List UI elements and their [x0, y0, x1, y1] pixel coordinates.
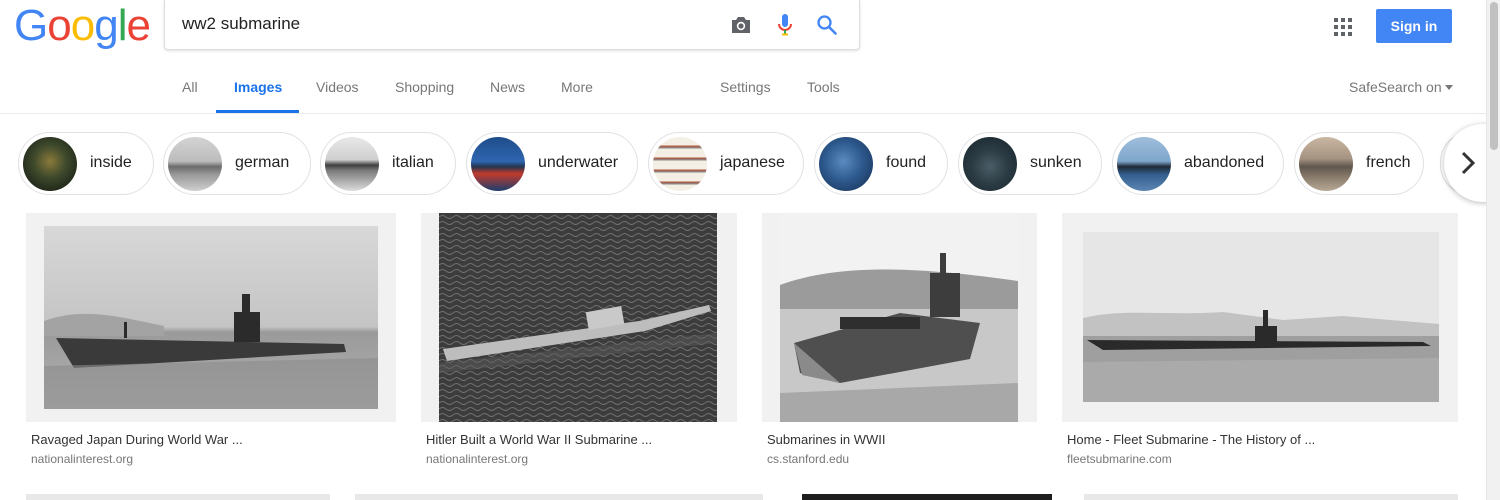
camera-icon[interactable] — [727, 11, 755, 39]
search-box — [164, 0, 860, 50]
chip-thumbnail — [1117, 137, 1171, 191]
submarine-image — [780, 213, 1018, 422]
result-site: nationalinterest.org — [426, 452, 529, 466]
logo-letter-g2: g — [94, 1, 119, 50]
google-logo[interactable]: Google — [14, 1, 151, 50]
chip-german[interactable]: german — [163, 132, 311, 195]
active-tab-indicator — [216, 110, 299, 113]
logo-letter-g: G — [14, 1, 48, 50]
tab-bar: All Images Videos Shopping News More Set… — [0, 62, 1486, 114]
tab-images[interactable]: Images — [234, 79, 282, 95]
apps-grid-icon[interactable] — [1332, 16, 1354, 38]
chip-label: underwater — [538, 154, 619, 171]
sign-in-button[interactable]: Sign in — [1376, 9, 1452, 43]
result-title[interactable]: Ravaged Japan During World War ... — [31, 432, 243, 447]
tab-videos[interactable]: Videos — [316, 79, 359, 95]
tab-tools[interactable]: Tools — [807, 79, 840, 95]
result-title[interactable]: Home - Fleet Submarine - The History of … — [1067, 432, 1315, 447]
submarine-image — [44, 226, 378, 409]
logo-letter-e: e — [126, 1, 151, 50]
result-site: nationalinterest.org — [31, 452, 134, 466]
chip-sunken[interactable]: sunken — [958, 132, 1102, 195]
chip-thumbnail — [819, 137, 873, 191]
microphone-icon[interactable] — [771, 11, 799, 39]
logo-letter-o1: o — [47, 1, 72, 50]
logo-letter-l: l — [117, 1, 128, 50]
chip-label: japanese — [720, 154, 785, 171]
tab-news[interactable]: News — [490, 79, 525, 95]
chip-thumbnail — [168, 137, 222, 191]
chip-label: german — [235, 154, 290, 171]
result-site: cs.stanford.edu — [767, 452, 850, 466]
next-row-image[interactable] — [355, 494, 763, 500]
chip-inside[interactable]: inside — [18, 132, 154, 195]
chip-thumbnail — [325, 137, 379, 191]
chip-abandoned[interactable]: abandoned — [1112, 132, 1284, 195]
submarine-image — [1083, 232, 1439, 402]
chip-label: french — [1366, 154, 1411, 171]
submarine-image — [439, 213, 717, 422]
google-images-page: Google Sign in All Images Videos Shoppin… — [0, 0, 1500, 500]
next-row-image[interactable] — [1084, 494, 1458, 500]
chip-thumbnail — [471, 137, 525, 191]
chip-thumbnail — [23, 137, 77, 191]
tab-shopping[interactable]: Shopping — [395, 79, 454, 95]
next-row-image[interactable] — [26, 494, 330, 500]
result-title[interactable]: Hitler Built a World War II Submarine ..… — [426, 432, 652, 447]
chip-label: abandoned — [1184, 154, 1265, 171]
chip-found[interactable]: found — [814, 132, 948, 195]
search-icon[interactable] — [813, 11, 841, 39]
chip-japanese[interactable]: japanese — [648, 132, 804, 195]
chip-label: inside — [90, 154, 132, 171]
result-site: fleetsubmarine.com — [1067, 452, 1172, 466]
chip-label: found — [886, 154, 927, 171]
caret-down-icon — [1444, 84, 1453, 90]
tab-more[interactable]: More — [561, 79, 593, 95]
tab-all[interactable]: All — [182, 79, 198, 95]
chip-thumbnail — [963, 137, 1017, 191]
chip-french[interactable]: french — [1294, 132, 1424, 195]
chip-thumbnail — [1299, 137, 1353, 191]
vertical-scrollbar[interactable] — [1486, 0, 1500, 500]
safesearch-label: SafeSearch on — [1349, 79, 1442, 95]
chip-underwater[interactable]: underwater — [466, 132, 638, 195]
chip-label: italian — [392, 154, 434, 171]
search-input[interactable] — [182, 12, 702, 36]
safesearch-toggle[interactable]: SafeSearch on — [1349, 79, 1453, 95]
next-row-image[interactable] — [802, 494, 1052, 500]
chip-italian[interactable]: italian — [320, 132, 456, 195]
chevron-right-icon — [1461, 151, 1476, 175]
logo-letter-o2: o — [70, 1, 96, 50]
related-search-chips: inside german italian underwater japanes… — [0, 132, 1486, 196]
chip-thumbnail — [653, 137, 707, 191]
result-title[interactable]: Submarines in WWII — [767, 432, 885, 447]
scrollbar-thumb[interactable] — [1490, 2, 1498, 150]
chip-label: sunken — [1030, 154, 1082, 171]
tab-settings[interactable]: Settings — [720, 79, 771, 95]
